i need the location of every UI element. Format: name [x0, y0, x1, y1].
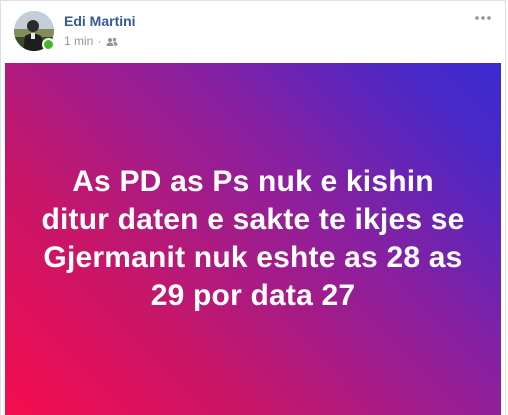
post-meta: 1 min · — [64, 34, 118, 48]
post-text-background: As PD as Ps nuk e kishin ditur daten e s… — [5, 63, 501, 415]
friends-icon[interactable] — [106, 36, 118, 46]
author-name-link[interactable]: Edi Martini — [64, 13, 136, 29]
meta-separator: · — [97, 34, 102, 48]
post-options-button[interactable] — [473, 9, 493, 27]
post-header: Edi Martini 1 min · — [1, 1, 505, 63]
post-text: As PD as Ps nuk e kishin ditur daten e s… — [41, 164, 465, 312]
author-avatar-container[interactable] — [14, 11, 55, 51]
facebook-post: Edi Martini 1 min · As PD as Ps nuk e ki… — [0, 0, 506, 415]
post-timestamp[interactable]: 1 min — [64, 34, 93, 48]
online-status-indicator — [42, 38, 55, 51]
more-horizontal-icon — [475, 16, 491, 20]
